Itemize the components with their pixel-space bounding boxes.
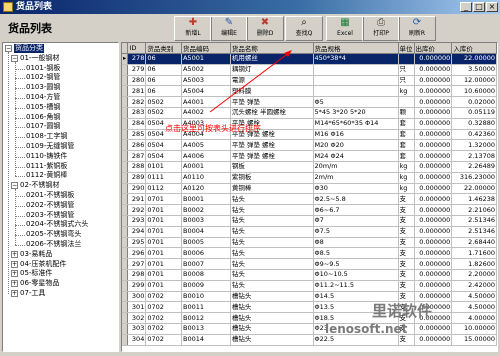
watermark-url: lenosoft.net: [325, 322, 408, 336]
watermark-brand: 里诺软件: [372, 302, 433, 320]
sort-hint-annotation: 点击这里可按表头进行排序: [165, 124, 261, 133]
